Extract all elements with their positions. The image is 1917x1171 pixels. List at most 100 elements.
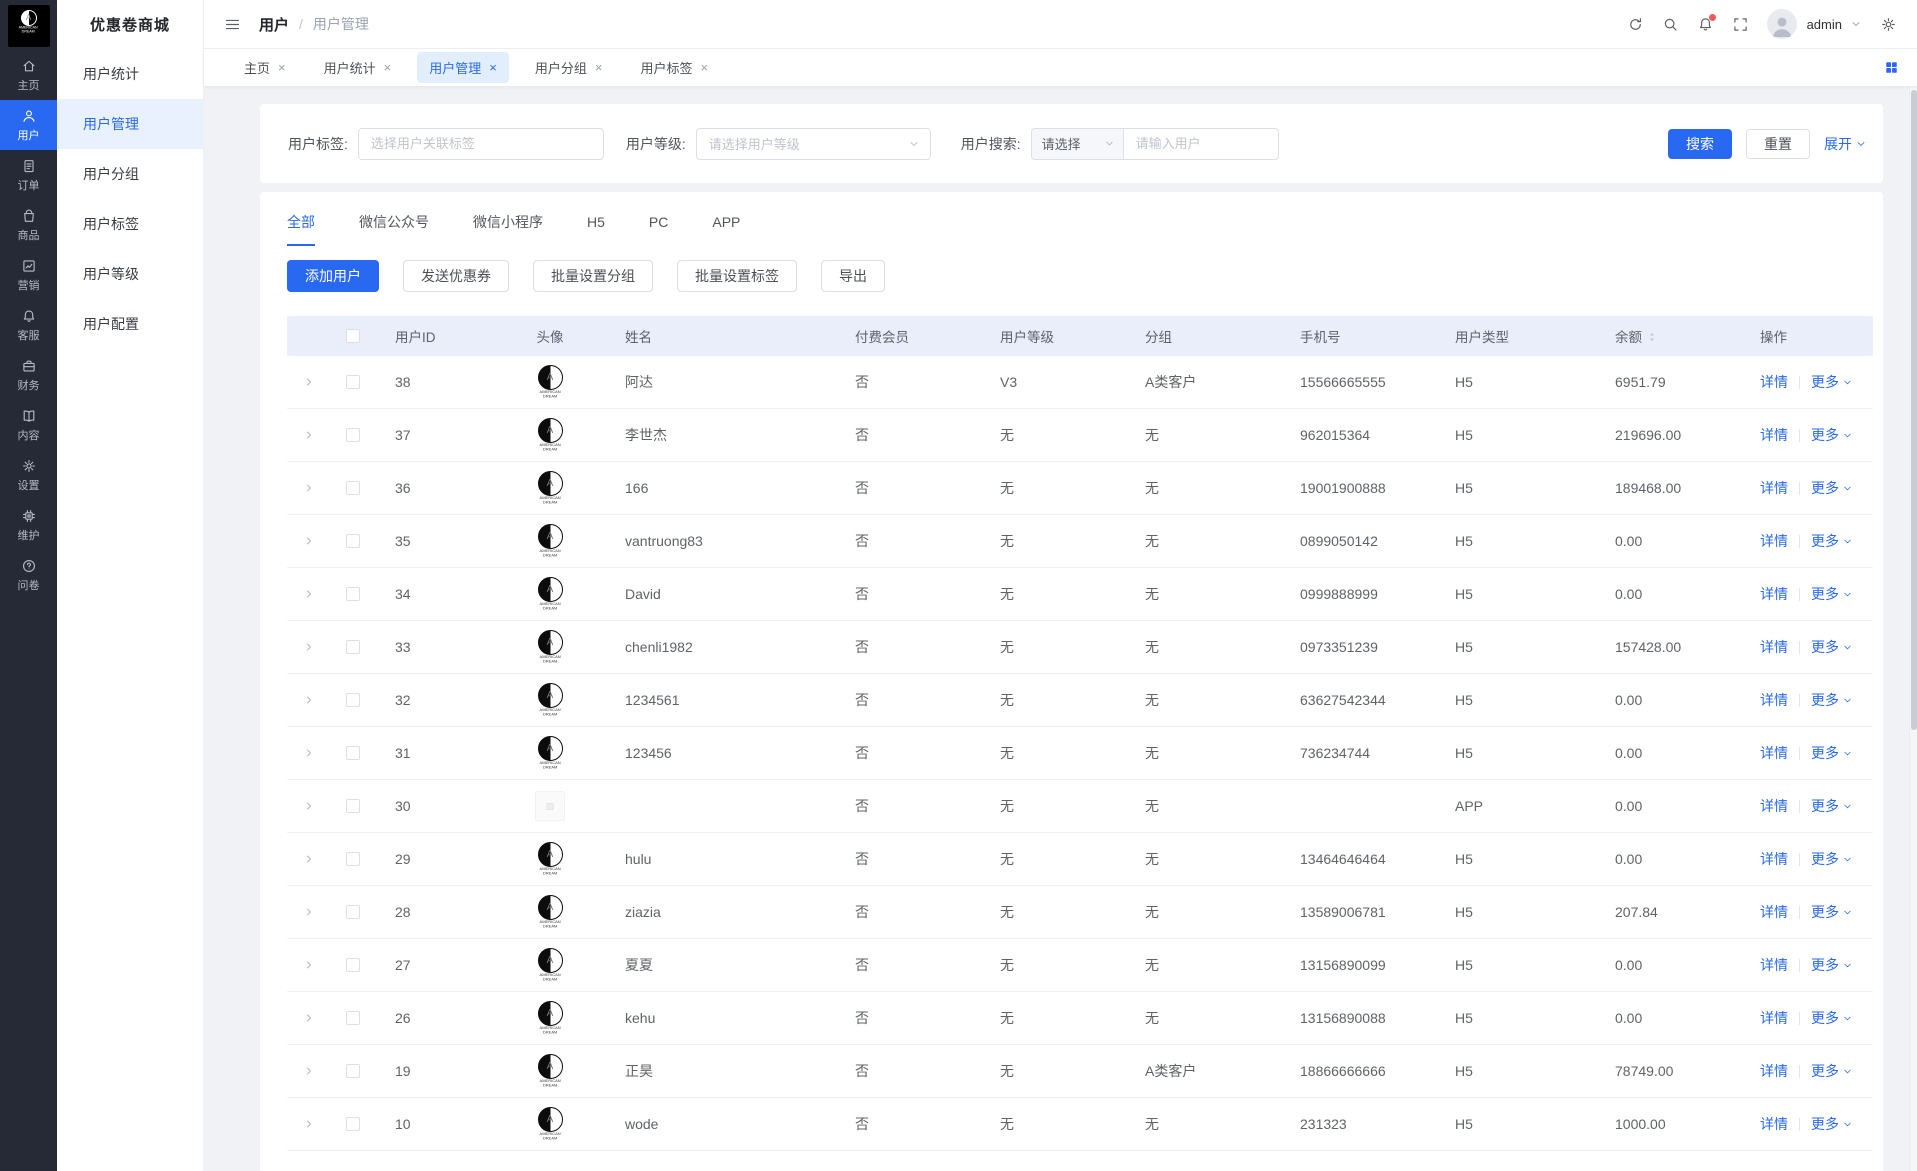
row-expand-icon[interactable]	[303, 853, 315, 865]
row-checkbox[interactable]	[346, 587, 360, 601]
row-expand-icon[interactable]	[303, 482, 315, 494]
rail-item-settings[interactable]: 设置	[0, 450, 57, 500]
chevron-down-icon[interactable]	[1850, 18, 1862, 30]
tab-user-tags[interactable]: 用户标签 ×	[628, 52, 720, 83]
user-avatar[interactable]	[1767, 9, 1797, 39]
row-checkbox[interactable]	[346, 534, 360, 548]
brand-logo[interactable]: A AMERICAN DREAM	[8, 5, 50, 47]
grid-icon[interactable]	[1884, 60, 1899, 75]
more-link[interactable]: 更多	[1811, 480, 1853, 496]
more-link[interactable]: 更多	[1811, 692, 1853, 708]
more-link[interactable]: 更多	[1811, 851, 1853, 867]
sidebar-item-user-stats[interactable]: 用户统计	[57, 49, 203, 99]
reset-button[interactable]: 重置	[1746, 129, 1810, 159]
tab-user-management[interactable]: 用户管理 ×	[417, 52, 509, 83]
tab-close-icon[interactable]: ×	[595, 61, 603, 74]
gear-icon[interactable]	[1880, 16, 1897, 33]
expand-link[interactable]: 展开	[1824, 134, 1867, 154]
scrollbar-thumb[interactable]	[1911, 90, 1917, 730]
row-expand-icon[interactable]	[303, 1065, 315, 1077]
more-link[interactable]: 更多	[1811, 957, 1853, 973]
bell-icon[interactable]	[1697, 16, 1714, 33]
row-expand-icon[interactable]	[303, 429, 315, 441]
channel-tab-all[interactable]: 全部	[287, 212, 315, 234]
more-link[interactable]: 更多	[1811, 1063, 1853, 1079]
search-field-select[interactable]: 请选择	[1032, 129, 1124, 159]
rail-item-orders[interactable]: 订单	[0, 150, 57, 200]
detail-link[interactable]: 详情	[1760, 1063, 1788, 1079]
row-checkbox[interactable]	[346, 905, 360, 919]
sidebar-item-user-tags[interactable]: 用户标签	[57, 199, 203, 249]
rail-item-goods[interactable]: 商品	[0, 200, 57, 250]
add-user-button[interactable]: 添加用户	[287, 260, 379, 292]
channel-tab-wechat-mini[interactable]: 微信小程序	[473, 212, 543, 234]
more-link[interactable]: 更多	[1811, 745, 1853, 761]
row-expand-icon[interactable]	[303, 959, 315, 971]
tab-user-stats[interactable]: 用户统计 ×	[312, 52, 404, 83]
row-checkbox[interactable]	[346, 958, 360, 972]
row-expand-icon[interactable]	[303, 376, 315, 388]
more-link[interactable]: 更多	[1811, 586, 1853, 602]
row-expand-icon[interactable]	[303, 694, 315, 706]
detail-link[interactable]: 详情	[1760, 427, 1788, 443]
row-checkbox[interactable]	[346, 1117, 360, 1131]
row-checkbox[interactable]	[346, 481, 360, 495]
detail-link[interactable]: 详情	[1760, 533, 1788, 549]
row-expand-icon[interactable]	[303, 906, 315, 918]
row-expand-icon[interactable]	[303, 1118, 315, 1130]
detail-link[interactable]: 详情	[1760, 745, 1788, 761]
user-search-input[interactable]	[1124, 129, 1278, 159]
search-button[interactable]: 搜索	[1668, 129, 1732, 159]
rail-item-maintenance[interactable]: 维护	[0, 500, 57, 550]
row-expand-icon[interactable]	[303, 535, 315, 547]
detail-link[interactable]: 详情	[1760, 586, 1788, 602]
rail-item-service[interactable]: 客服	[0, 300, 57, 350]
tab-close-icon[interactable]: ×	[278, 61, 286, 74]
row-checkbox[interactable]	[346, 693, 360, 707]
rail-item-home[interactable]: 主页	[0, 50, 57, 100]
send-coupon-button[interactable]: 发送优惠券	[403, 260, 509, 292]
row-checkbox[interactable]	[346, 1011, 360, 1025]
search-icon[interactable]	[1662, 16, 1679, 33]
row-checkbox[interactable]	[346, 799, 360, 813]
more-link[interactable]: 更多	[1811, 798, 1853, 814]
rail-item-survey[interactable]: 问卷	[0, 550, 57, 600]
detail-link[interactable]: 详情	[1760, 904, 1788, 920]
more-link[interactable]: 更多	[1811, 427, 1853, 443]
tab-user-groups[interactable]: 用户分组 ×	[523, 52, 615, 83]
select-all-checkbox[interactable]	[346, 329, 360, 343]
row-checkbox[interactable]	[346, 852, 360, 866]
channel-tab-h5[interactable]: H5	[587, 214, 605, 232]
sidebar-item-user-config[interactable]: 用户配置	[57, 299, 203, 349]
detail-link[interactable]: 详情	[1760, 1010, 1788, 1026]
row-expand-icon[interactable]	[303, 641, 315, 653]
sidebar-item-user-levels[interactable]: 用户等级	[57, 249, 203, 299]
sidebar-item-user-management[interactable]: 用户管理	[57, 99, 203, 149]
row-expand-icon[interactable]	[303, 588, 315, 600]
refresh-icon[interactable]	[1627, 16, 1644, 33]
detail-link[interactable]: 详情	[1760, 639, 1788, 655]
user-tag-input[interactable]	[358, 128, 604, 160]
username[interactable]: admin	[1807, 17, 1842, 32]
more-link[interactable]: 更多	[1811, 904, 1853, 920]
row-checkbox[interactable]	[346, 640, 360, 654]
collapse-menu-icon[interactable]	[224, 16, 241, 33]
rail-item-finance[interactable]: 财务	[0, 350, 57, 400]
more-link[interactable]: 更多	[1811, 374, 1853, 390]
more-link[interactable]: 更多	[1811, 1010, 1853, 1026]
batch-set-tag-button[interactable]: 批量设置标签	[677, 260, 797, 292]
column-header-balance[interactable]: 余额	[1595, 326, 1740, 346]
rail-item-content[interactable]: 内容	[0, 400, 57, 450]
row-checkbox[interactable]	[346, 428, 360, 442]
row-expand-icon[interactable]	[303, 1012, 315, 1024]
row-expand-icon[interactable]	[303, 747, 315, 759]
channel-tab-pc[interactable]: PC	[649, 214, 668, 232]
sidebar-item-user-groups[interactable]: 用户分组	[57, 149, 203, 199]
detail-link[interactable]: 详情	[1760, 692, 1788, 708]
tab-home[interactable]: 主页 ×	[232, 52, 298, 83]
row-checkbox[interactable]	[346, 746, 360, 760]
more-link[interactable]: 更多	[1811, 533, 1853, 549]
row-checkbox[interactable]	[346, 1064, 360, 1078]
detail-link[interactable]: 详情	[1760, 374, 1788, 390]
caret-sort-icon[interactable]	[1646, 330, 1658, 344]
